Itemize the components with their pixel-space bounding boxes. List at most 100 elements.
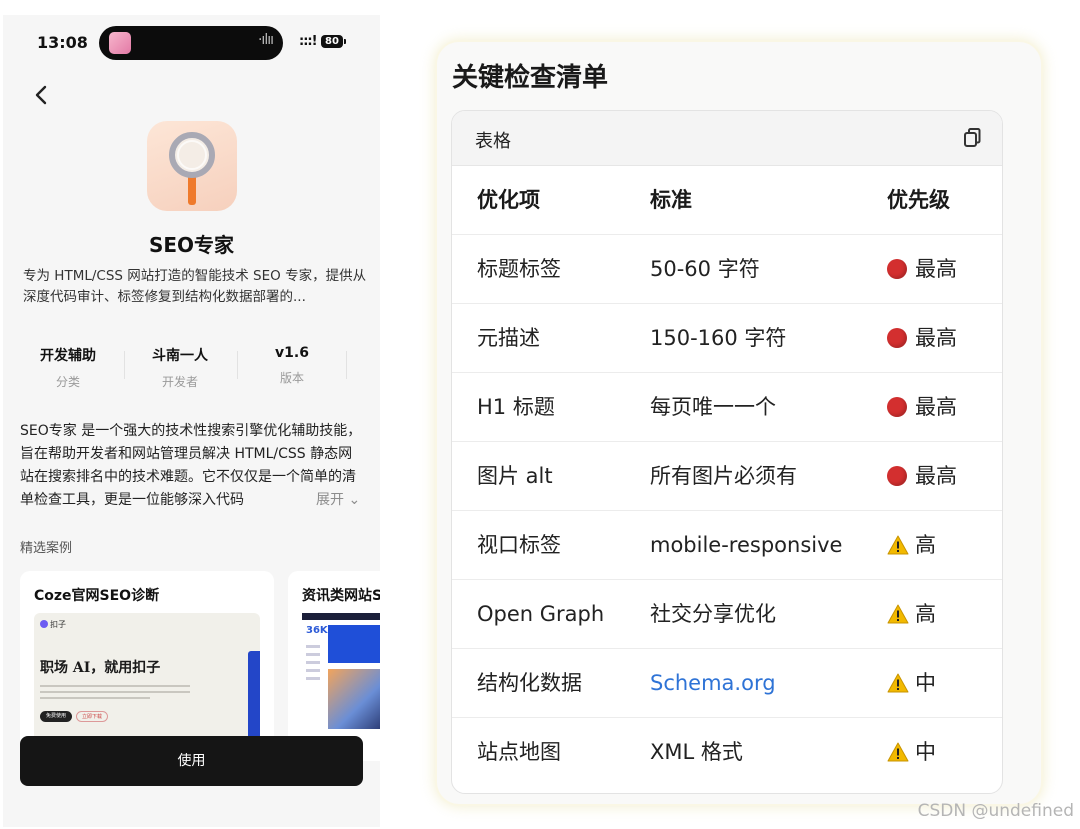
thumbnail-menu-line	[306, 645, 320, 648]
app-meta: 开发辅助 分类 斗南一人 开发者 v1.6 版本	[19, 345, 364, 389]
priority-cell: 最高	[887, 373, 957, 441]
meta-version: v1.6 版本	[243, 345, 341, 386]
item-cell: 结构化数据	[477, 671, 582, 695]
item-cell: 元描述	[477, 326, 540, 350]
table-row: 标题标签 50-60 字符 最高	[452, 235, 1002, 304]
item-cell: H1 标题	[477, 395, 555, 419]
thumbnail-text-line	[40, 685, 190, 687]
table-header-row: 优化项 标准 优先级	[452, 166, 1002, 235]
back-button[interactable]	[27, 81, 55, 109]
red-circle-icon	[887, 328, 907, 348]
battery-icon: 80	[321, 35, 343, 48]
priority-cell: 高	[887, 511, 936, 579]
checklist-table: 表格 优化项 标准 优先级 标题标签 50-60 字符 最高元描述 150-160 字…	[451, 110, 1003, 794]
red-circle-icon	[887, 397, 907, 417]
standard-cell: 150-160 字符	[650, 326, 787, 350]
divider	[237, 351, 238, 379]
thumbnail-menu-line	[306, 661, 320, 664]
copy-button[interactable]	[962, 127, 982, 149]
audio-wave-icon: ·ılıı	[257, 32, 274, 48]
divider	[346, 351, 347, 379]
table-header-bar: 表格	[452, 111, 1002, 166]
case-card[interactable]: 资讯类网站S 36Kr	[288, 571, 380, 761]
phone-screen: 13:08 ·ılıı :::! 80 SEO专家 专为 HTML/CSS 网站…	[3, 15, 380, 827]
priority-cell: 最高	[887, 304, 957, 372]
app-icon	[147, 121, 237, 211]
item-cell: 视口标签	[477, 533, 561, 557]
table-row: H1 标题 每页唯一一个 最高	[452, 373, 1002, 442]
watermark: CSDN @undefined	[917, 801, 1074, 821]
thumbnail-menu-line	[306, 653, 320, 656]
thumbnail-headline: 职场 AI，就用扣子	[40, 660, 161, 676]
copy-icon	[964, 128, 981, 147]
featured-cases-title: 精选案例	[20, 541, 73, 556]
priority-label: 最高	[915, 257, 957, 281]
column-header: 优化项	[477, 188, 540, 212]
table-row: 站点地图 XML 格式 中	[452, 718, 1002, 786]
meta-category: 开发辅助 分类	[19, 345, 117, 390]
magnifier-icon	[169, 132, 215, 205]
thumbnail-text-line	[40, 697, 150, 699]
use-button[interactable]: 使用	[20, 736, 363, 786]
meta-developer: 斗南一人 开发者	[131, 345, 229, 390]
priority-cell: 最高	[887, 235, 957, 303]
app-name: SEO专家	[148, 233, 235, 257]
case-title: 资讯类网站S	[302, 588, 380, 604]
column-header: 标准	[650, 188, 692, 212]
item-cell: 站点地图	[477, 740, 561, 764]
column-header: 优先级	[887, 188, 950, 212]
warning-icon	[887, 535, 909, 555]
priority-label: 最高	[915, 395, 957, 419]
priority-label: 高	[915, 533, 936, 557]
standard-cell: 每页唯一一个	[650, 395, 776, 419]
meta-label: 分类	[55, 375, 80, 389]
priority-label: 高	[915, 602, 936, 626]
standard-cell: 所有图片必须有	[650, 464, 797, 488]
warning-icon	[887, 604, 909, 624]
item-cell: Open Graph	[477, 602, 605, 626]
thumbnail-menu-line	[306, 669, 320, 672]
table-row: 图片 alt 所有图片必须有 最高	[452, 442, 1002, 511]
status-bar: 13:08 ·ılıı :::! 80	[3, 15, 380, 73]
status-time: 13:08	[37, 33, 88, 52]
case-card[interactable]: Coze官网SEO诊断 扣子 职场 AI，就用扣子 免费使用 立即下载	[20, 571, 274, 761]
priority-label: 中	[915, 671, 936, 695]
thumbnail-button: 立即下载	[76, 711, 108, 722]
item-cell: 标题标签	[477, 257, 561, 281]
table-row: 视口标签 mobile-responsive 高	[452, 511, 1002, 580]
meta-value: v1.6	[275, 345, 309, 361]
item-cell: 图片 alt	[477, 464, 553, 488]
chevron-left-icon	[35, 85, 47, 105]
table-row: 元描述 150-160 字符 最高	[452, 304, 1002, 373]
meta-label: 版本	[279, 371, 304, 385]
case-title: Coze官网SEO诊断	[34, 588, 160, 604]
meta-value: 开发辅助	[40, 348, 96, 364]
standard-cell: 社交分享优化	[650, 602, 776, 626]
table-label: 表格	[475, 131, 511, 152]
meta-value: 斗南一人	[152, 348, 208, 364]
checklist-title: 关键检查清单	[452, 63, 609, 93]
expand-link[interactable]: 展开 ⌄	[290, 489, 361, 512]
dynamic-island[interactable]: ·ılıı	[99, 26, 283, 60]
thumbnail-nav	[302, 613, 380, 620]
music-artwork-icon	[109, 32, 131, 54]
signal-icon: :::!	[299, 34, 318, 49]
thumbnail-menu-line	[306, 677, 320, 680]
standard-cell: XML 格式	[650, 740, 743, 764]
red-circle-icon	[887, 466, 907, 486]
thumbnail-illustration	[328, 669, 380, 729]
thumbnail-hero	[328, 625, 380, 663]
divider	[124, 351, 125, 379]
standard-cell: mobile-responsive	[650, 533, 843, 557]
warning-icon	[887, 742, 909, 762]
priority-cell: 高	[887, 580, 936, 648]
standard-link[interactable]: Schema.org	[650, 649, 776, 717]
priority-cell: 中	[887, 718, 936, 786]
priority-label: 最高	[915, 464, 957, 488]
table-row: 结构化数据 Schema.org 中	[452, 649, 1002, 718]
priority-cell: 中	[887, 649, 936, 717]
battery-tip	[344, 39, 346, 44]
table-row: Open Graph 社交分享优化 高	[452, 580, 1002, 649]
thumbnail-button: 免费使用	[40, 711, 72, 722]
app-description: 专为 HTML/CSS 网站打造的智能技术 SEO 专家，提供从深度代码审计、标…	[23, 268, 367, 305]
